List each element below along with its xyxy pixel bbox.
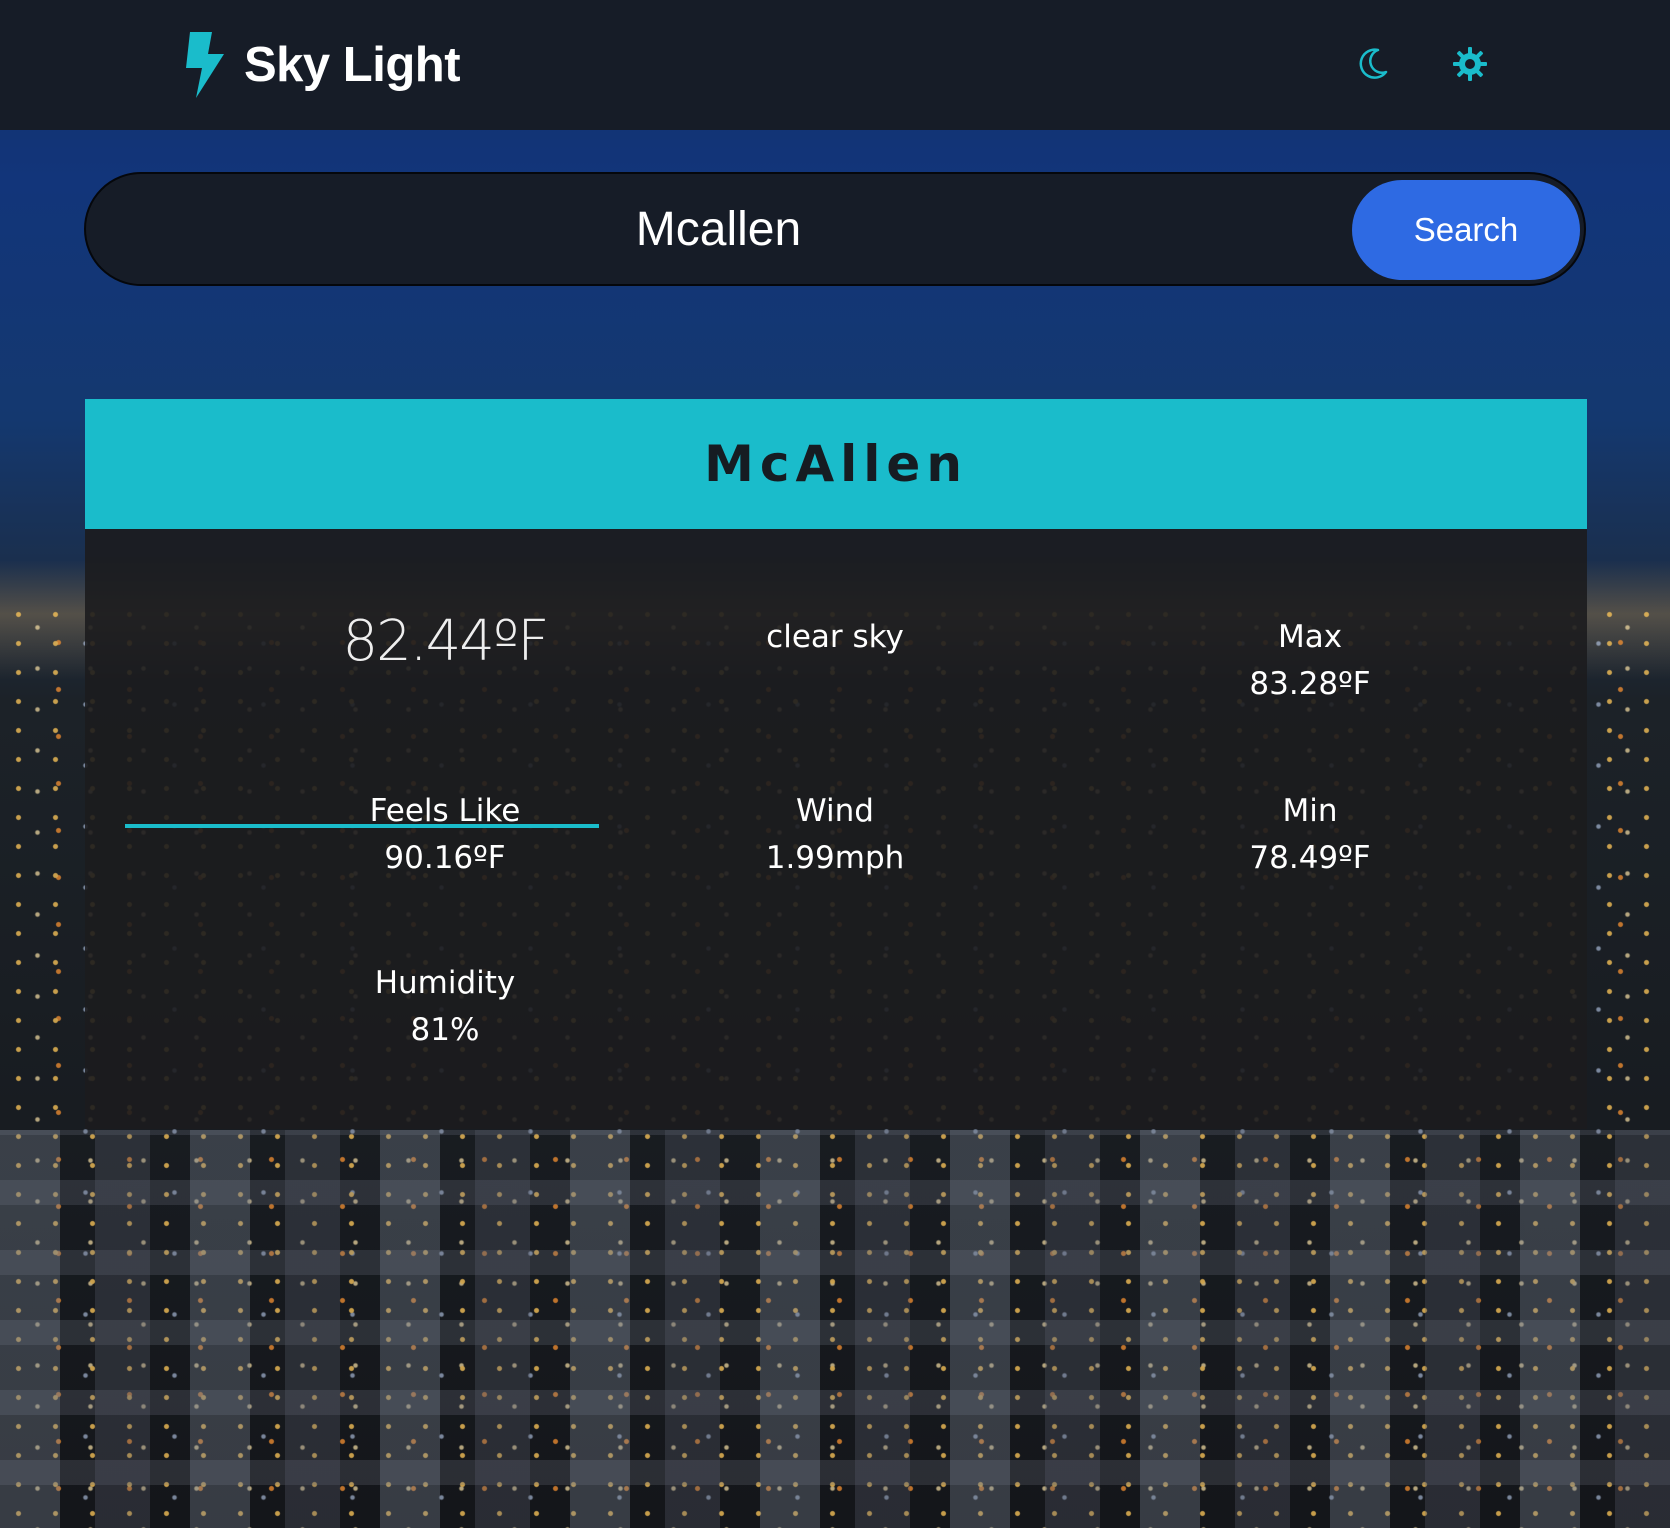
temperature-block: 82.44ºF	[255, 609, 635, 674]
moon-icon[interactable]	[1352, 44, 1392, 84]
max-temp-label: Max	[1277, 619, 1343, 655]
wind-value: 1.99mph	[765, 840, 905, 876]
wind-block: Wind 1.99mph	[645, 789, 1025, 883]
min-temp-block: Min 78.49ºF	[1120, 789, 1500, 883]
humidity-block: Humidity 81%	[255, 961, 635, 1055]
search-bar: Search	[84, 172, 1586, 286]
gear-icon[interactable]	[1450, 44, 1490, 84]
wind-label: Wind	[796, 793, 874, 829]
weather-card-body: 82.44ºF clear sky Max 83.28ºF Feels Like…	[85, 529, 1587, 1129]
min-temp-label: Min	[1282, 793, 1338, 829]
humidity-label: Humidity	[374, 965, 516, 1001]
brand[interactable]: Sky Light	[180, 30, 461, 100]
temperature-value: 82.44ºF	[342, 609, 550, 674]
weather-description: clear sky	[766, 619, 904, 655]
city-name: McAllen	[704, 435, 968, 493]
city-rooftops	[0, 1130, 1670, 1528]
weather-card: McAllen 82.44ºF clear sky Max 83.28ºF Fe…	[85, 399, 1587, 1129]
app-title: Sky Light	[244, 38, 461, 92]
weather-description-block: clear sky	[645, 615, 1025, 659]
search-button[interactable]: Search	[1352, 180, 1580, 280]
max-temp-block: Max 83.28ºF	[1120, 615, 1500, 709]
feels-like-block: Feels Like 90.16ºF	[255, 789, 635, 883]
feels-like-value: 90.16ºF	[384, 840, 506, 876]
min-temp-value: 78.49ºF	[1249, 840, 1371, 876]
humidity-value: 81%	[410, 1012, 480, 1048]
weather-card-header: McAllen	[85, 399, 1587, 529]
max-temp-value: 83.28ºF	[1249, 666, 1371, 702]
city-search-input[interactable]	[126, 182, 1311, 276]
top-navbar: Sky Light	[0, 0, 1670, 130]
lightning-bolt-icon	[186, 32, 224, 98]
feels-like-label: Feels Like	[369, 793, 521, 829]
